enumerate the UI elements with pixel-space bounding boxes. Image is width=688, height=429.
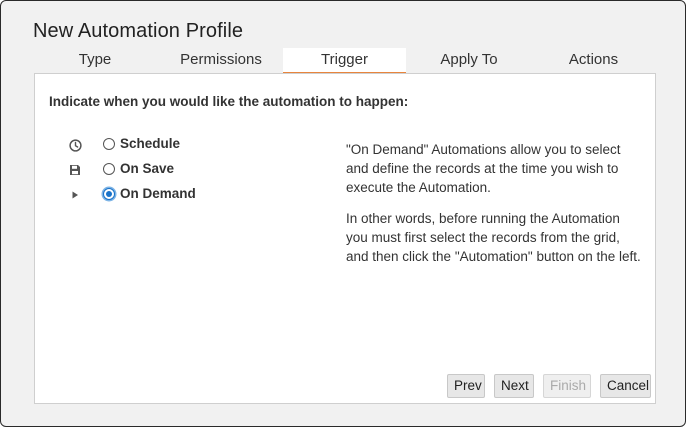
on-save-radio[interactable] bbox=[103, 163, 115, 175]
schedule-radio[interactable] bbox=[103, 138, 115, 150]
trigger-prompt: Indicate when you would like the automat… bbox=[49, 94, 409, 109]
play-icon bbox=[68, 188, 82, 202]
automation-profile-dialog: New Automation Profile Type Permissions … bbox=[0, 0, 686, 427]
schedule-label[interactable]: Schedule bbox=[120, 136, 180, 151]
description-paragraph: "On Demand" Automations allow you to sel… bbox=[346, 142, 621, 195]
dialog-title: New Automation Profile bbox=[33, 20, 244, 42]
option-schedule[interactable]: Schedule bbox=[35, 136, 335, 156]
tab-type[interactable]: Type bbox=[35, 48, 155, 72]
on-demand-radio[interactable] bbox=[103, 188, 115, 200]
finish-button[interactable]: Finish bbox=[543, 374, 591, 398]
on-save-label[interactable]: On Save bbox=[120, 161, 174, 176]
description-paragraph: In other words, before running the Autom… bbox=[346, 211, 641, 264]
on-demand-label[interactable]: On Demand bbox=[120, 186, 196, 201]
tab-apply-to[interactable]: Apply To bbox=[407, 48, 531, 72]
option-on-demand[interactable]: On Demand bbox=[35, 186, 335, 206]
next-button[interactable]: Next bbox=[494, 374, 534, 398]
clock-icon bbox=[68, 138, 82, 152]
tab-actions[interactable]: Actions bbox=[532, 48, 655, 72]
trigger-panel: Indicate when you would like the automat… bbox=[34, 73, 656, 404]
tab-permissions[interactable]: Permissions bbox=[160, 48, 282, 72]
wizard-tabs: Type Permissions Trigger Apply To Action… bbox=[35, 48, 655, 74]
prev-button[interactable]: Prev bbox=[447, 374, 485, 398]
option-on-save[interactable]: On Save bbox=[35, 161, 335, 181]
cancel-button[interactable]: Cancel bbox=[600, 374, 651, 398]
save-icon bbox=[68, 163, 82, 177]
trigger-description: "On Demand" Automations allow you to sel… bbox=[346, 140, 641, 278]
tab-trigger[interactable]: Trigger bbox=[283, 48, 406, 74]
